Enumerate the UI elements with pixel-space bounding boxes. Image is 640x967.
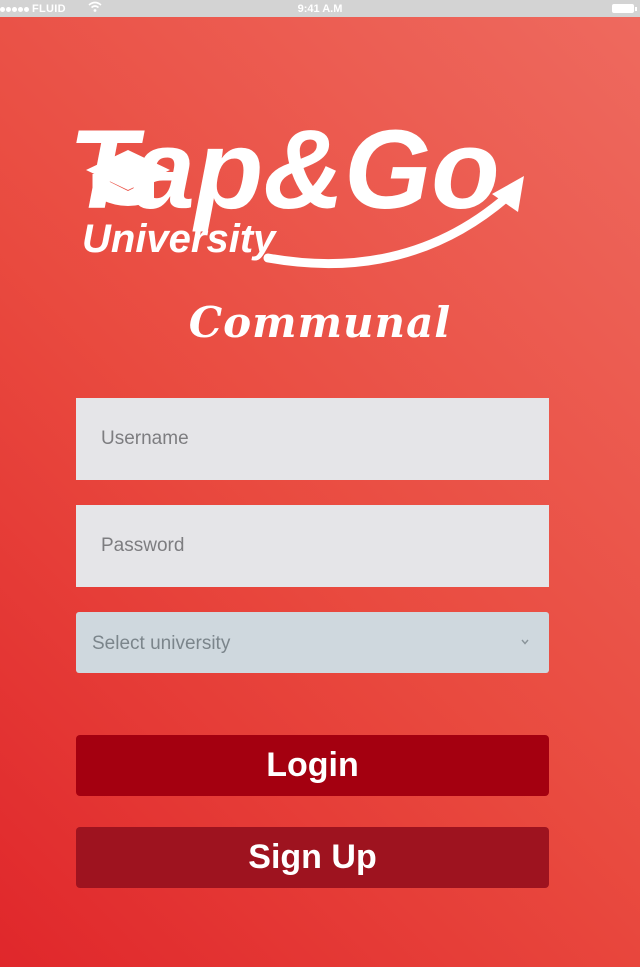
- password-input[interactable]: [76, 505, 549, 587]
- battery-icon: [612, 4, 637, 13]
- university-select[interactable]: Select university: [76, 612, 549, 673]
- logo-brand-sub: University: [82, 217, 277, 261]
- sign-up-button[interactable]: Sign Up: [76, 827, 549, 888]
- logo-graphic: Tap&Go University: [68, 107, 524, 269]
- logo-brand-main: Tap&Go: [68, 107, 499, 232]
- university-select-label: Select university: [92, 633, 231, 654]
- status-bar: FLUID 9:41 A.M: [0, 0, 640, 17]
- tap-and-go-university-logo: Tap&Go University: [68, 107, 558, 278]
- app-subtitle: Communal: [188, 298, 452, 347]
- username-input[interactable]: [76, 398, 549, 480]
- status-time: 9:41 A.M: [297, 3, 343, 15]
- login-button[interactable]: Login: [76, 735, 549, 796]
- chevron-down-icon: [521, 639, 529, 645]
